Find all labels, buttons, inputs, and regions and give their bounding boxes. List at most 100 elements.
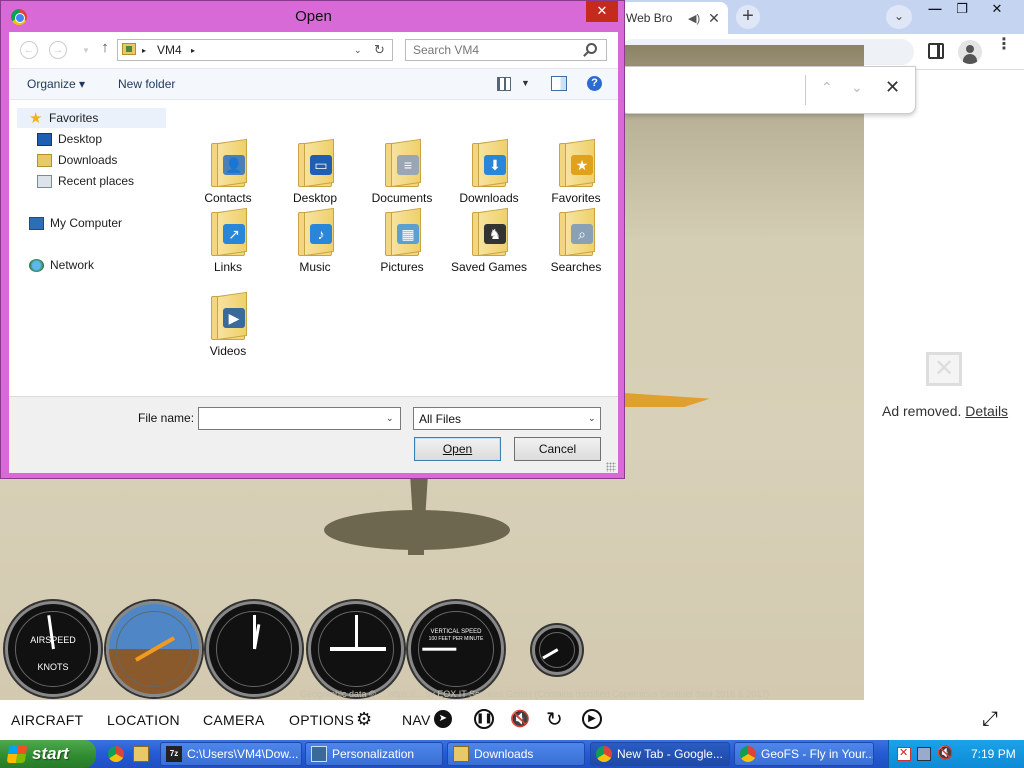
folder-item-desktop[interactable]: ▭ Desktop xyxy=(275,138,355,206)
taskbar-item-personalization[interactable]: Personalization xyxy=(305,742,443,766)
ad-details-link[interactable]: Details xyxy=(965,403,1008,419)
folder-item-searches[interactable]: ⌕ Searches xyxy=(536,207,616,275)
dialog-command-bar: Organize ▾ New folder ▼ ? xyxy=(9,68,618,100)
folder-item-music[interactable]: ♪ Music xyxy=(275,207,355,275)
taskbar-item-label: GeoFS - Fly in Your... xyxy=(761,747,874,761)
resize-grip[interactable] xyxy=(606,462,616,472)
file-name-label: File name: xyxy=(138,411,195,425)
refresh-icon[interactable]: ↻ xyxy=(374,42,385,58)
open-button[interactable]: Open xyxy=(414,437,501,461)
nav-item-my-computer[interactable]: My Computer xyxy=(29,216,122,230)
nav-item-label: Network xyxy=(50,258,95,272)
vertical-speed-indicator: VERTICAL SPEED 100 FEET PER MINUTE xyxy=(408,601,504,697)
rpm-gauge xyxy=(532,625,582,675)
recent-locations-dropdown[interactable]: ▼ xyxy=(77,43,95,61)
gear-icon[interactable]: ⚙ xyxy=(356,709,372,730)
find-close-icon[interactable]: ✕ xyxy=(885,77,900,98)
preview-pane-icon[interactable] xyxy=(551,76,567,91)
compass-icon[interactable]: ➤ xyxy=(434,710,452,728)
find-previous-icon[interactable]: ⌃ xyxy=(821,79,833,96)
side-panel-icon[interactable] xyxy=(928,43,944,59)
explorer-quicklaunch-icon[interactable] xyxy=(133,746,149,762)
folder-item-saved-games[interactable]: ♞ Saved Games xyxy=(449,207,529,275)
new-folder-button[interactable]: New folder xyxy=(118,77,175,91)
view-options-dropdown[interactable]: ▼ xyxy=(521,78,530,88)
forward-button[interactable]: → xyxy=(49,41,67,59)
taskbar-item-chrome-geofs[interactable]: GeoFS - Fly in Your... xyxy=(734,742,874,766)
folder-item-favorites[interactable]: ★ Favorites xyxy=(536,138,616,206)
up-folder-button[interactable]: ↑ xyxy=(96,40,114,58)
chevron-down-icon[interactable]: ⌄ xyxy=(588,413,596,424)
kebab-menu-icon[interactable]: ⋮ xyxy=(996,37,1012,53)
breadcrumb-item-vm4[interactable]: VM4 xyxy=(157,43,182,57)
picture-icon: ▦ xyxy=(397,224,419,244)
nav-item-desktop[interactable]: Desktop xyxy=(37,132,102,146)
taskbar-item-label: New Tab - Google... xyxy=(617,747,723,761)
nav-item-downloads[interactable]: Downloads xyxy=(37,153,117,167)
dialog-close-button[interactable]: ✕ xyxy=(586,1,618,22)
volume-muted-icon[interactable]: 🔇 xyxy=(937,745,953,760)
nav-item-recent-places[interactable]: Recent places xyxy=(37,174,134,188)
pause-icon[interactable]: ❚❚ xyxy=(474,709,494,729)
chrome-quicklaunch-icon[interactable] xyxy=(108,746,124,762)
play-icon[interactable]: ▶ xyxy=(582,709,602,729)
profile-avatar-icon[interactable] xyxy=(958,40,982,64)
airspeed-indicator: AIRSPEED KNOTS xyxy=(5,601,101,697)
search-input[interactable] xyxy=(406,40,581,60)
browser-tab[interactable]: Web Bro ◀) ✕ xyxy=(620,2,728,34)
folder-item-downloads[interactable]: ⬇ Downloads xyxy=(449,138,529,206)
action-center-flag-icon[interactable] xyxy=(897,746,911,761)
reset-icon[interactable]: ↻ xyxy=(546,707,563,732)
breadcrumb-separator[interactable]: ▸ xyxy=(142,46,146,55)
folder-item-videos[interactable]: ▶ Videos xyxy=(188,291,268,359)
search-icon[interactable] xyxy=(586,43,597,54)
tab-search-button[interactable]: ⌄ xyxy=(886,5,912,29)
start-button[interactable]: start xyxy=(0,740,96,768)
navigation-pane: ★ Favorites Desktop Downloads Recent pla… xyxy=(9,100,169,396)
clock[interactable]: 7:19 PM xyxy=(971,747,1016,761)
organize-button[interactable]: Organize ▾ xyxy=(27,77,85,91)
taskbar-item-7zip[interactable]: 7z C:\Users\VM4\Dow... xyxy=(160,742,302,766)
options-menu-button[interactable]: OPTIONS xyxy=(289,712,354,728)
folder-name: Searches xyxy=(550,260,602,274)
help-icon[interactable]: ? xyxy=(587,76,602,91)
link-arrow-icon: ↗ xyxy=(223,224,245,244)
close-window-button[interactable]: ✕ xyxy=(980,0,1014,20)
taskbar-item-chrome-new-tab[interactable]: New Tab - Google... xyxy=(590,742,730,766)
folder-icon: ≡ xyxy=(383,138,421,188)
nav-menu-button[interactable]: NAV xyxy=(402,712,431,728)
chevron-down-icon[interactable]: ⌄ xyxy=(386,413,394,424)
find-bar-divider xyxy=(805,75,806,105)
camera-menu-button[interactable]: CAMERA xyxy=(203,712,265,728)
taskbar-item-downloads[interactable]: Downloads xyxy=(447,742,585,766)
folder-item-links[interactable]: ↗ Links xyxy=(188,207,268,275)
folder-item-contacts[interactable]: 👤 Contacts xyxy=(188,138,268,206)
cancel-button[interactable]: Cancel xyxy=(514,437,601,461)
folder-item-documents[interactable]: ≡ Documents xyxy=(362,138,442,206)
nav-item-network[interactable]: Network xyxy=(29,258,94,272)
restore-button[interactable]: ❐ xyxy=(945,0,979,20)
file-type-select[interactable]: All Files ⌄ xyxy=(413,407,601,430)
speaker-icon[interactable]: ◀) xyxy=(688,12,700,25)
back-button[interactable]: ← xyxy=(20,41,38,59)
fullscreen-icon[interactable]: ⤢ xyxy=(982,708,998,731)
breadcrumb-separator[interactable]: ▸ xyxy=(191,46,195,55)
change-view-icon[interactable] xyxy=(497,77,511,91)
folder-item-pictures[interactable]: ▦ Pictures xyxy=(362,207,442,275)
tab-close-icon[interactable]: ✕ xyxy=(708,10,720,27)
star-icon: ★ xyxy=(571,155,593,175)
aircraft-menu-button[interactable]: AIRCRAFT xyxy=(11,712,83,728)
location-menu-button[interactable]: LOCATION xyxy=(107,712,180,728)
chevron-down-icon[interactable]: ⌄ xyxy=(354,45,362,56)
folder-icon: ▶ xyxy=(209,291,247,341)
address-breadcrumb[interactable]: ▸ VM4 ▸ ⌄ ↻ xyxy=(117,39,393,61)
nav-item-favorites[interactable]: ★ Favorites xyxy=(17,108,166,128)
new-tab-button[interactable]: + xyxy=(736,5,760,29)
network-icon[interactable] xyxy=(917,747,931,761)
taskbar-item-label: Downloads xyxy=(474,747,534,761)
file-name-input[interactable] xyxy=(198,407,401,430)
folder-name: Videos xyxy=(209,344,247,358)
mute-icon[interactable]: 🔇 xyxy=(510,709,530,729)
find-next-icon[interactable]: ⌄ xyxy=(851,79,863,96)
dialog-navigation-bar: ← → ▼ ↑ ▸ VM4 ▸ ⌄ ↻ xyxy=(9,32,618,68)
